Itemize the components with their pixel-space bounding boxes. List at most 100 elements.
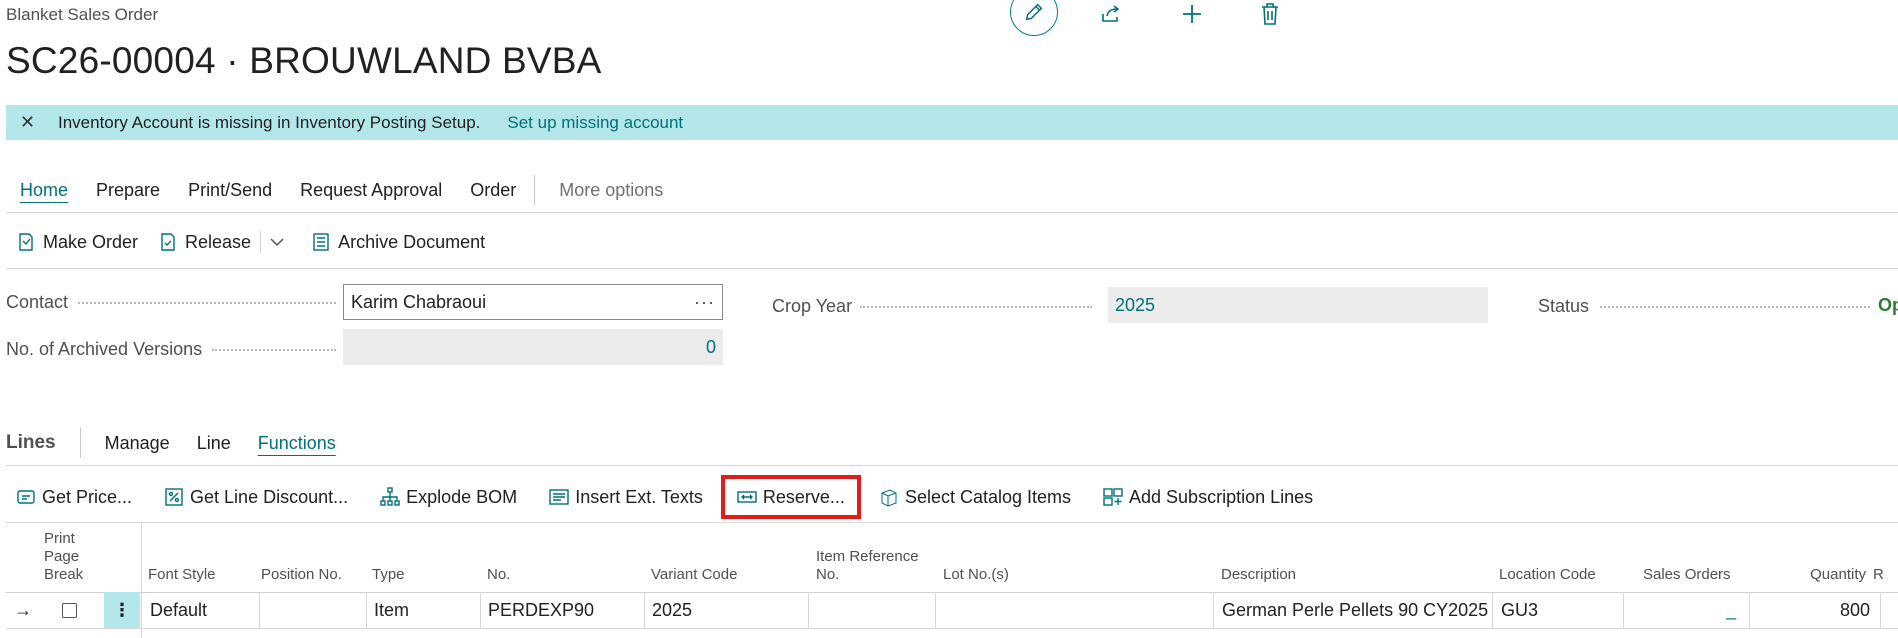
- cell-border: [808, 592, 809, 628]
- page-caption: Blanket Sales Order: [6, 5, 159, 24]
- tab-manage[interactable]: Manage: [105, 433, 170, 454]
- tab-request-approval[interactable]: Request Approval: [286, 180, 456, 201]
- cell-border: [1492, 592, 1493, 628]
- cell-description[interactable]: German Perle Pellets 90 CY2025: [1222, 592, 1492, 628]
- contact-dots: [78, 302, 336, 304]
- grid-row-border: [6, 628, 1898, 629]
- add-subscription-lines-button[interactable]: Add Subscription Lines: [1093, 475, 1323, 519]
- cell-border: [935, 592, 936, 628]
- select-catalog-items-button[interactable]: Select Catalog Items: [869, 475, 1081, 519]
- cell-type[interactable]: Item: [374, 592, 464, 628]
- contact-field[interactable]: Karim Chabraoui ···: [343, 284, 723, 320]
- share-button[interactable]: [1097, 0, 1125, 28]
- archive-document-button[interactable]: Archive Document: [301, 232, 495, 253]
- cell-border: [259, 592, 260, 628]
- home-actions: Make Order Release Archive Document: [6, 225, 495, 259]
- select-catalog-items-label: Select Catalog Items: [904, 486, 1072, 507]
- print-page-break-checkbox[interactable]: [62, 592, 82, 628]
- close-icon[interactable]: ✕: [20, 112, 48, 133]
- action-menu: Home Prepare Print/Send Request Approval…: [6, 170, 677, 210]
- cell-border: [1880, 592, 1881, 628]
- more-options-button[interactable]: More options: [547, 180, 677, 201]
- cell-location-code[interactable]: GU3: [1501, 592, 1601, 628]
- archived-versions-field[interactable]: 0: [343, 329, 723, 365]
- archived-dots: [212, 349, 336, 351]
- cell-font-style[interactable]: Default: [150, 592, 250, 628]
- col-item-reference-no[interactable]: Item Reference No.: [816, 522, 926, 592]
- tab-functions[interactable]: Functions: [258, 433, 336, 454]
- new-button[interactable]: [1178, 0, 1206, 28]
- cell-quantity[interactable]: 800: [1786, 592, 1870, 628]
- col-r[interactable]: R: [1873, 522, 1893, 592]
- cell-border: [366, 592, 367, 628]
- cell-border: [644, 592, 645, 628]
- actions-divider-line: [6, 268, 1898, 269]
- discount-icon: [165, 488, 183, 506]
- insert-ext-texts-button[interactable]: Insert Ext. Texts: [539, 475, 713, 519]
- cell-no[interactable]: PERDEXP90: [488, 592, 638, 628]
- col-quantity[interactable]: Quantity: [1786, 522, 1866, 592]
- row-menu-button[interactable]: ⋮: [104, 592, 140, 628]
- grid-col-border: [141, 522, 142, 638]
- status-label: Status: [1538, 295, 1590, 316]
- chevron-down-icon[interactable]: [260, 231, 291, 253]
- col-description[interactable]: Description: [1221, 522, 1341, 592]
- page-title: SC26-00004 · BROUWLAND BVBA: [6, 40, 602, 81]
- col-font-style[interactable]: Font Style: [148, 522, 238, 592]
- archived-versions-value: 0: [705, 336, 716, 357]
- get-line-discount-button[interactable]: Get Line Discount...: [154, 475, 358, 519]
- crop-year-field[interactable]: 2025: [1108, 287, 1488, 323]
- col-lot-nos[interactable]: Lot No.(s): [943, 522, 1043, 592]
- col-no[interactable]: No.: [487, 522, 587, 592]
- subscription-icon: [1103, 488, 1123, 506]
- release-button[interactable]: Release: [148, 231, 301, 253]
- edit-button[interactable]: [1010, 0, 1058, 36]
- archived-versions-label: No. of Archived Versions: [6, 338, 203, 359]
- cell-border: [480, 592, 481, 628]
- reserve-icon: [737, 491, 757, 503]
- get-price-button[interactable]: Get Price...: [6, 475, 142, 519]
- lookup-ellipsis-button[interactable]: ···: [694, 292, 715, 313]
- add-subscription-lines-label: Add Subscription Lines: [1129, 486, 1314, 507]
- col-position-no[interactable]: Position No.: [261, 522, 361, 592]
- make-order-button[interactable]: Make Order: [6, 232, 148, 253]
- tab-home[interactable]: Home: [6, 180, 82, 201]
- tab-prepare[interactable]: Prepare: [82, 180, 174, 201]
- col-type[interactable]: Type: [372, 522, 452, 592]
- explode-bom-button[interactable]: Explode BOM: [370, 475, 527, 519]
- explode-bom-label: Explode BOM: [406, 486, 518, 507]
- tab-print-send[interactable]: Print/Send: [174, 180, 286, 201]
- plus-icon: [1183, 5, 1201, 23]
- archive-icon: [313, 233, 329, 251]
- share-icon: [1102, 5, 1120, 22]
- cell-variant-code[interactable]: 2025: [652, 592, 802, 628]
- notification-banner: ✕ Inventory Account is missing in Invent…: [6, 105, 1898, 140]
- tab-line[interactable]: Line: [197, 433, 231, 454]
- contact-value: Karim Chabraoui: [351, 291, 487, 312]
- cell-sales-orders[interactable]: _: [1636, 592, 1736, 628]
- row-arrow-icon: →: [14, 599, 32, 620]
- col-location-code[interactable]: Location Code: [1499, 522, 1619, 592]
- make-order-label: Make Order: [43, 231, 139, 252]
- pencil-icon: [1025, 3, 1043, 21]
- price-tag-icon: [17, 490, 35, 504]
- banner-message: Inventory Account is missing in Inventor…: [58, 112, 481, 132]
- status-field: Op: [1872, 287, 1898, 323]
- tab-order[interactable]: Order: [456, 180, 530, 201]
- delete-button[interactable]: [1256, 0, 1284, 28]
- contact-label: Contact: [6, 291, 69, 312]
- get-price-label: Get Price...: [42, 486, 133, 507]
- cell-border: [1749, 592, 1750, 628]
- archive-document-label: Archive Document: [338, 231, 486, 252]
- col-variant-code[interactable]: Variant Code: [651, 522, 771, 592]
- menu-divider-line: [6, 212, 1898, 213]
- cell-border: [1623, 592, 1624, 628]
- get-line-discount-label: Get Line Discount...: [190, 486, 349, 507]
- insert-ext-texts-label: Insert Ext. Texts: [575, 486, 703, 507]
- reserve-button[interactable]: Reserve...: [720, 475, 861, 519]
- cell-border: [1213, 592, 1214, 628]
- col-sales-orders[interactable]: Sales Orders: [1643, 522, 1763, 592]
- setup-missing-account-link[interactable]: Set up missing account: [507, 113, 683, 133]
- col-print-page-break[interactable]: Print Page Break: [44, 522, 104, 592]
- menu-divider: [534, 175, 536, 205]
